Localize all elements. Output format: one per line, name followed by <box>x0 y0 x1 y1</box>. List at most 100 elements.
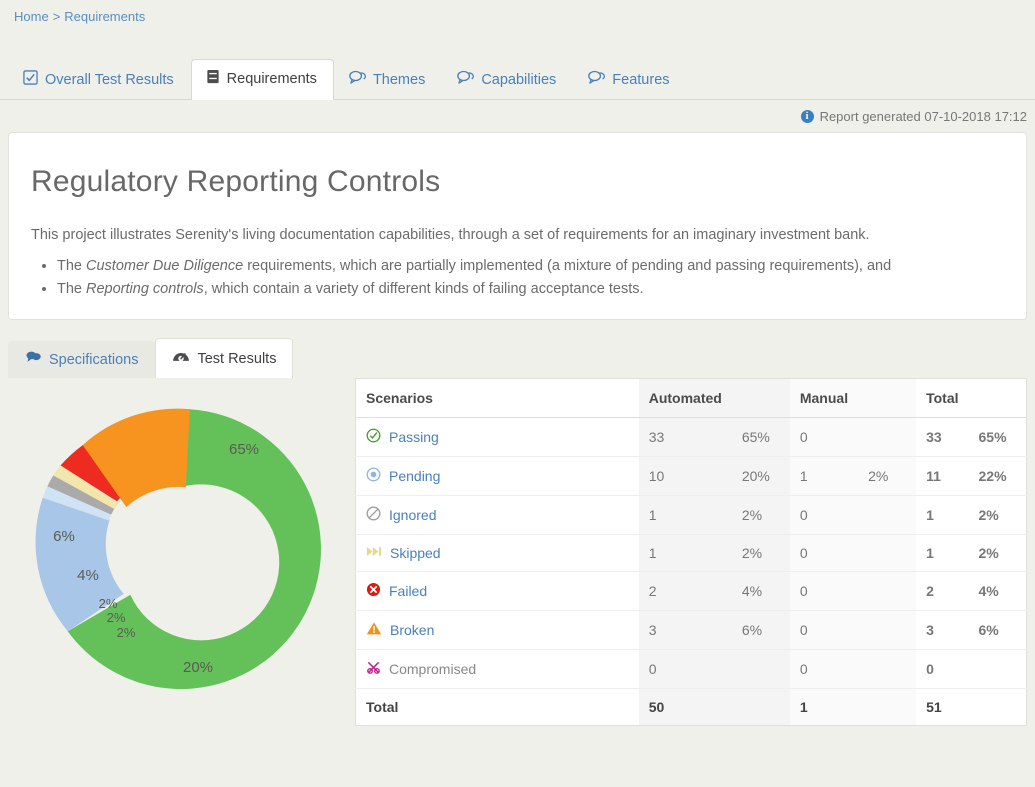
results-table: Scenarios Automated Manual Total Passing… <box>355 378 1027 726</box>
fast-forward-icon <box>366 545 382 561</box>
donut-label-skipped: 2% <box>98 596 117 611</box>
cell-manual-count: 0 <box>789 571 859 611</box>
tab-test-results[interactable]: Test Results <box>155 338 294 378</box>
tab-themes[interactable]: Themes <box>334 60 442 100</box>
breadcrumb: Home > Requirements <box>0 0 1035 34</box>
cell-manual-count: 0 <box>789 495 859 535</box>
cell-total-pct: 65% <box>968 417 1027 457</box>
page-title: Regulatory Reporting Controls <box>31 165 441 198</box>
table-header-row: Scenarios Automated Manual Total <box>355 378 1027 418</box>
total-label: Total <box>355 688 639 726</box>
results-table-container: Scenarios Automated Manual Total Passing… <box>353 378 1027 726</box>
total-manual-pct <box>858 688 917 726</box>
table-row[interactable]: Ignored 1 2% 0 1 2% <box>355 495 1027 535</box>
comments-icon <box>457 70 475 91</box>
table-row[interactable]: Pending 10 20% 1 2% 11 22% <box>355 456 1027 496</box>
total-automated-count: 50 <box>638 688 732 726</box>
bullet-post: requirements, which are partially implem… <box>243 258 892 274</box>
cell-manual-pct: 2% <box>858 456 917 496</box>
checkbox-icon <box>23 70 38 91</box>
row-label-link[interactable]: Passing <box>389 429 439 445</box>
bullet-pre: The <box>57 281 87 297</box>
cell-total-count: 1 <box>916 495 969 535</box>
cell-automated-count: 0 <box>638 649 732 689</box>
donut-svg: 65% 20% 2% 2% 2% 4% 6% <box>35 408 321 689</box>
cell-total-count: 33 <box>916 417 969 457</box>
table-total-row: Total 50 1 51 <box>355 688 1027 726</box>
bullet-emphasis: Reporting controls <box>86 281 204 297</box>
cell-total-pct: 22% <box>968 456 1027 496</box>
cell-automated-count: 1 <box>638 495 732 535</box>
cell-automated-pct: 6% <box>731 610 790 650</box>
breadcrumb-separator: > <box>52 9 61 24</box>
total-manual-count: 1 <box>789 688 859 726</box>
header-total: Total <box>916 378 969 418</box>
report-generated-text: Report generated 07-10-2018 17:12 <box>819 108 1027 124</box>
sub-tab-bar: Specifications Test Results <box>8 338 1035 378</box>
cell-total-count: 1 <box>916 534 969 572</box>
cell-total-count: 0 <box>916 649 969 689</box>
cell-manual-pct <box>858 495 917 535</box>
table-row[interactable]: Failed 2 4% 0 2 4% <box>355 571 1027 611</box>
cell-automated-count: 10 <box>638 456 732 496</box>
comments-icon <box>588 70 606 91</box>
cell-manual-count: 0 <box>789 649 859 689</box>
bullet-pre: The <box>57 258 87 274</box>
table-row[interactable]: Passing 33 65% 0 33 65% <box>355 417 1027 457</box>
results-donut-chart: 65% 20% 2% 2% 2% 4% 6% <box>8 378 353 714</box>
tab-features[interactable]: Features <box>573 60 686 100</box>
bullet-list: The Customer Due Diligence requirements,… <box>31 255 1004 301</box>
header-total-pct <box>968 378 1027 418</box>
sub-tab-label: Test Results <box>197 350 277 367</box>
cell-automated-count: 1 <box>638 534 732 572</box>
donut-label-pending: 20% <box>182 659 212 676</box>
donut-label-broken: 6% <box>53 528 75 545</box>
donut-segments <box>35 408 321 689</box>
cell-automated-pct: 2% <box>731 534 790 572</box>
tab-capabilities[interactable]: Capabilities <box>442 60 573 100</box>
cell-manual-pct <box>858 610 917 650</box>
radio-circle-icon <box>366 467 381 485</box>
cell-automated-pct: 65% <box>731 417 790 457</box>
book-icon <box>206 69 220 90</box>
cell-automated-count: 3 <box>638 610 732 650</box>
cell-automated-count: 33 <box>638 417 732 457</box>
list-item: The Reporting controls, which contain a … <box>57 278 1004 301</box>
row-label-link[interactable]: Broken <box>390 622 434 638</box>
table-row[interactable]: Skipped 1 2% 0 1 2% <box>355 534 1027 572</box>
row-label-link[interactable]: Skipped <box>390 545 441 561</box>
table-body: Passing 33 65% 0 33 65% Pending 10 20% 1… <box>355 417 1027 726</box>
cell-manual-count: 0 <box>789 610 859 650</box>
test-results-content: 65% 20% 2% 2% 2% 4% 6% Scenarios Automat… <box>0 378 1035 726</box>
comments-icon <box>349 70 366 91</box>
row-label-link[interactable]: Pending <box>389 468 440 484</box>
cell-total-count: 3 <box>916 610 969 650</box>
main-tab-bar: Overall Test Results Requirements Themes… <box>0 59 1035 100</box>
total-total-count: 51 <box>916 688 969 726</box>
cell-total-pct: 6% <box>968 610 1027 650</box>
breadcrumb-current-link[interactable]: Requirements <box>64 9 145 24</box>
requirement-overview-panel: Regulatory Reporting Controls This proje… <box>8 132 1027 320</box>
tab-label: Capabilities <box>481 72 557 88</box>
table-row[interactable]: Broken 3 6% 0 3 6% <box>355 610 1027 650</box>
report-generated-bar: i Report generated 07-10-2018 17:12 <box>0 100 1035 127</box>
row-label-link[interactable]: Failed <box>389 583 427 599</box>
total-total-pct <box>968 688 1027 726</box>
tab-specifications[interactable]: Specifications <box>8 341 156 378</box>
tab-label: Overall Test Results <box>45 72 174 88</box>
intro-text: This project illustrates Serenity's livi… <box>31 227 870 243</box>
bullet-emphasis: Customer Due Diligence <box>86 258 244 274</box>
tab-overall-test-results[interactable]: Overall Test Results <box>8 60 191 100</box>
compromised-icon <box>366 660 381 678</box>
cell-automated-count: 2 <box>638 571 732 611</box>
cell-total-pct: 2% <box>968 495 1027 535</box>
breadcrumb-home-link[interactable]: Home <box>14 9 49 24</box>
x-circle-icon <box>366 582 381 600</box>
tab-label: Themes <box>372 72 426 88</box>
row-label-link[interactable]: Ignored <box>389 507 436 523</box>
cell-manual-pct <box>858 649 917 689</box>
header-manual-pct <box>858 378 917 418</box>
check-circle-icon <box>366 428 381 446</box>
tab-requirements[interactable]: Requirements <box>190 59 334 100</box>
cell-manual-pct <box>858 417 917 457</box>
